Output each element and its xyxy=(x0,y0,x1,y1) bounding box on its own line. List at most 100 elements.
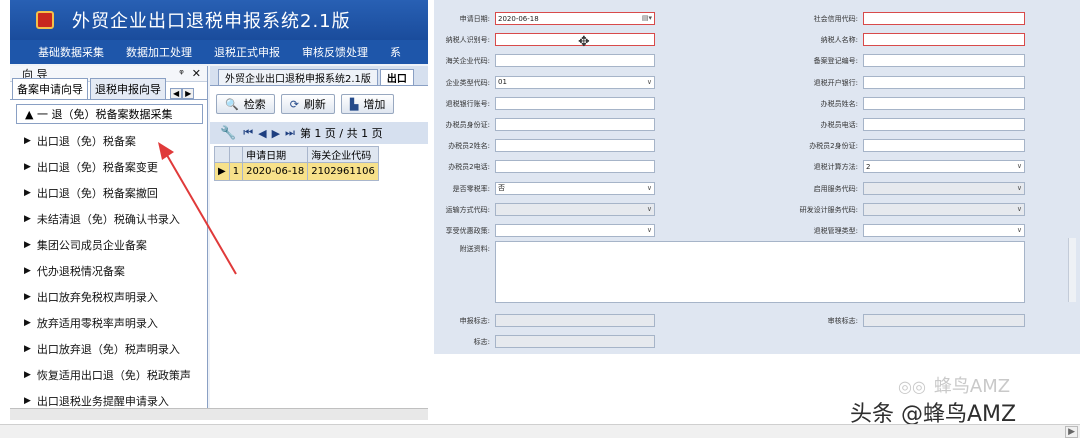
attachment-label: 附送资料: xyxy=(459,245,490,253)
field-input[interactable] xyxy=(863,54,1025,68)
table-row[interactable]: ▶ 1 2020-06-18 2102961106 xyxy=(214,162,379,181)
close-icon[interactable]: ✕ xyxy=(192,67,201,80)
chevron-down-icon[interactable]: ∨ xyxy=(1017,205,1022,213)
field-input[interactable] xyxy=(495,139,655,153)
chevron-down-icon[interactable]: ∨ xyxy=(647,226,652,234)
tree-item-agency-refund[interactable]: ▶ 代办退税情况备案 xyxy=(24,258,207,284)
expand-triangle-icon: ▶ xyxy=(24,214,31,224)
field-label: 研发设计服务代码: xyxy=(799,205,858,214)
expand-triangle-icon: ▶ xyxy=(24,240,31,250)
first-page-icon[interactable]: ⏮ xyxy=(243,126,253,140)
field-input[interactable] xyxy=(495,33,655,47)
field-input[interactable]: ∨ xyxy=(863,202,1025,216)
tab-export[interactable]: 出口 xyxy=(379,69,414,85)
page-scrollbar[interactable]: ▶ xyxy=(0,424,1080,438)
field-input[interactable]: ∨ xyxy=(495,202,655,216)
horizontal-scrollbar[interactable] xyxy=(10,408,428,420)
tree-item-label: 出口放弃免税权声明录入 xyxy=(36,291,158,304)
tab-scroll-left-icon[interactable]: ◀ xyxy=(170,88,183,99)
tree-item-label: 出口退税业务提醒申请录入 xyxy=(36,395,169,408)
tree-item-filing-change[interactable]: ▶ 出口退（免）税备案变更 xyxy=(24,154,207,180)
tree-item-restore-policy[interactable]: ▶ 恢复适用出口退（免）税政策声 xyxy=(24,362,207,388)
expand-triangle-icon: ▶ xyxy=(24,162,31,172)
prev-page-icon[interactable]: ◀ xyxy=(258,127,266,140)
field-input[interactable] xyxy=(495,54,655,68)
wrench-icon[interactable]: 🔧 xyxy=(220,126,236,141)
field-input[interactable] xyxy=(863,33,1025,47)
field-label: 退税开户银行: xyxy=(813,78,858,87)
field-input[interactable] xyxy=(495,118,655,131)
pin-icon[interactable]: ᵠ xyxy=(179,67,184,80)
field-input[interactable] xyxy=(495,160,655,174)
expand-triangle-icon: ▶ xyxy=(24,370,31,380)
chevron-down-icon[interactable]: ∨ xyxy=(1017,162,1022,170)
field-label: 纳税人名称: xyxy=(820,36,858,45)
form-scrollbar[interactable] xyxy=(1068,238,1076,302)
cell-customs-code[interactable]: 2102961106 xyxy=(307,162,379,181)
tab-filing-wizard[interactable]: 备案申请向导 xyxy=(12,78,88,99)
field-input[interactable]: 2 ∨ xyxy=(863,160,1025,174)
tree-item-waive-exemption[interactable]: ▶ 出口放弃免税权声明录入 xyxy=(24,284,207,310)
search-button[interactable]: 🔍 检索 xyxy=(216,94,275,114)
field-input[interactable] xyxy=(863,139,1025,153)
field-input[interactable]: ∨ xyxy=(495,224,655,237)
chevron-down-icon[interactable]: ∨ xyxy=(647,78,652,86)
add-button[interactable]: ▙ 增加 xyxy=(340,94,395,114)
field-input[interactable] xyxy=(495,96,655,110)
tab-refund-wizard[interactable]: 退税申报向导 xyxy=(90,78,166,99)
refresh-button[interactable]: ⟳ 刷新 xyxy=(280,94,335,114)
remark-field xyxy=(495,335,655,348)
chevron-down-icon[interactable]: ∨ xyxy=(1017,226,1022,234)
tab-home[interactable]: 外贸企业出口退税申报系统2.1版 xyxy=(218,69,378,85)
attachment-textarea[interactable] xyxy=(495,241,1025,303)
field-input[interactable] xyxy=(863,118,1025,131)
column-header-customs-code[interactable]: 海关企业代码 xyxy=(307,146,379,163)
column-header-date[interactable]: 申请日期 xyxy=(242,146,309,163)
cell-date[interactable]: 2020-06-18 xyxy=(242,162,309,181)
field-label: 办税员身份证: xyxy=(445,121,490,129)
field-label: 办税员姓名: xyxy=(820,99,858,108)
chevron-down-icon[interactable]: ∨ xyxy=(647,184,652,192)
field-value: 2020-06-18 xyxy=(498,14,539,23)
field-input[interactable]: 01 ∨ xyxy=(495,75,655,89)
app-logo-icon xyxy=(36,11,54,29)
last-page-icon[interactable]: ⏭ xyxy=(285,126,295,140)
menu-audit-feedback[interactable]: 审核反馈处理 xyxy=(302,44,368,60)
field-label: 是否零税率: xyxy=(452,184,490,193)
field-input[interactable]: ∨ xyxy=(863,181,1025,195)
chevron-down-icon[interactable]: ∨ xyxy=(1017,184,1022,192)
field-input[interactable]: 否 ∨ xyxy=(495,181,655,195)
wizard-tabs: 备案申请向导 退税申报向导 ◀ ▶ xyxy=(10,78,207,100)
tree-list: ▶ 出口退（免）税备案 ▶ 出口退（免）税备案变更 ▶ 出口退（免）税备案撤回 ▶ 未结… xyxy=(10,128,207,414)
field-label: 办税员2姓名: xyxy=(448,142,490,151)
tree-item-waive-refund[interactable]: ▶ 出口放弃退（免）税声明录入 xyxy=(24,336,207,362)
field-input[interactable] xyxy=(863,12,1025,25)
field-input[interactable] xyxy=(863,75,1025,89)
scroll-right-icon[interactable]: ▶ xyxy=(1065,426,1078,438)
column-header xyxy=(214,146,230,163)
document-tabs: 外贸企业出口退税申报系统2.1版 出口 xyxy=(210,66,428,86)
menu-formal-declaration[interactable]: 退税正式申报 xyxy=(214,44,280,60)
field-input[interactable]: ∨ xyxy=(863,224,1025,237)
tab-scroll-right-icon[interactable]: ▶ xyxy=(182,88,195,99)
watermark-text: 蜂鸟AMZ xyxy=(933,376,1011,397)
field-label: 海关企业代码: xyxy=(445,57,490,66)
field-label: 办税员2身份证: xyxy=(809,142,858,151)
tree-item-filing[interactable]: ▶ 出口退（免）税备案 xyxy=(24,128,207,154)
tree-item-unsettled-confirm[interactable]: ▶ 未结清退（免）税确认书录入 xyxy=(24,206,207,232)
chevron-down-icon[interactable]: ∨ xyxy=(647,205,652,213)
next-page-icon[interactable]: ▶ xyxy=(272,127,280,140)
calendar-icon[interactable]: ▤▾ xyxy=(642,14,652,22)
tree-item-group-member[interactable]: ▶ 集团公司成员企业备案 xyxy=(24,232,207,258)
menu-basic-data[interactable]: 基础数据采集 xyxy=(38,44,104,60)
menu-data-processing[interactable]: 数据加工处理 xyxy=(126,44,192,60)
field-label: 办税员2电话: xyxy=(448,163,490,172)
field-input[interactable]: 2020-06-18 ▤▾ xyxy=(495,12,655,25)
field-input[interactable] xyxy=(863,96,1025,110)
tree-item-waive-zero-rate[interactable]: ▶ 放弃适用零税率声明录入 xyxy=(24,310,207,336)
tree-item-filing-withdraw[interactable]: ▶ 出口退（免）税备案撤回 xyxy=(24,180,207,206)
expand-triangle-icon: ▶ xyxy=(24,396,31,406)
field-label: 企业类型代码: xyxy=(445,78,490,87)
menu-system[interactable]: 系 xyxy=(390,44,401,60)
tree-root-filing-collection[interactable]: ▲ 一 退（免）税备案数据采集 xyxy=(16,104,203,124)
